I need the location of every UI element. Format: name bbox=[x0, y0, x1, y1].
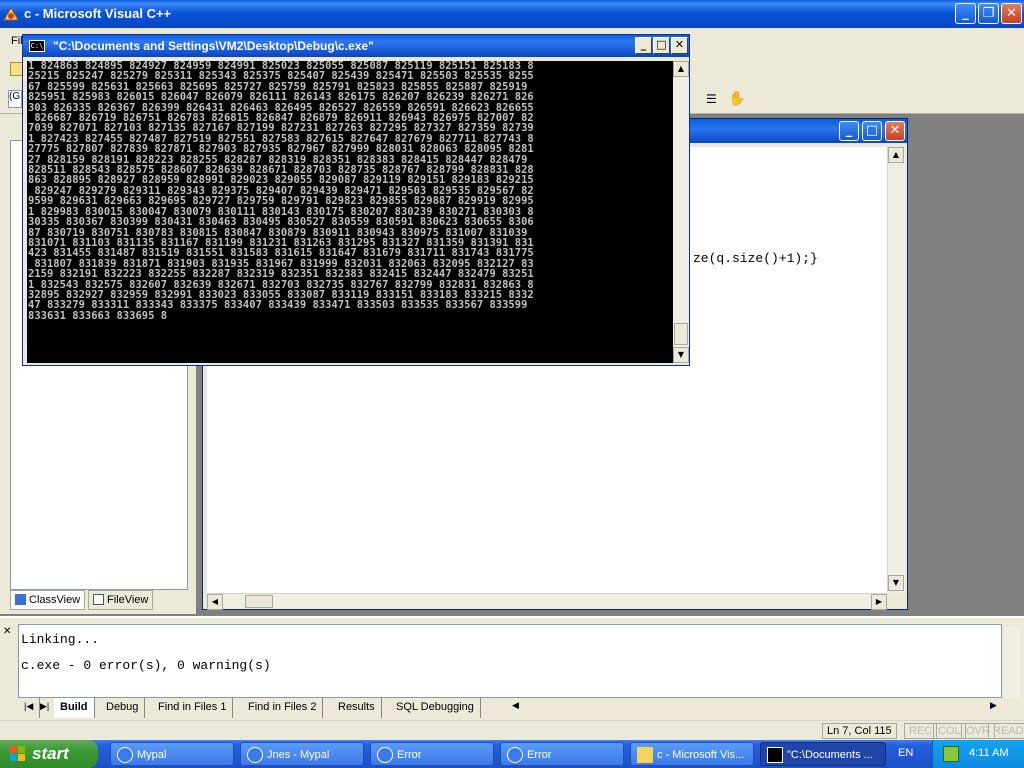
tab-sql-debugging[interactable]: SQL Debugging bbox=[390, 698, 481, 718]
classview-icon bbox=[15, 594, 26, 605]
console-scroll-down-icon[interactable]: ▼ bbox=[673, 347, 689, 363]
tab-scroll-left-icon[interactable]: ◀ bbox=[512, 700, 519, 711]
editor-vertical-scrollbar[interactable]: ▲ ▼ bbox=[887, 147, 905, 593]
cursor-position: Ln 7, Col 115 bbox=[822, 723, 897, 739]
network-icon[interactable] bbox=[943, 746, 959, 762]
console-output[interactable]: 1 824863 824895 824927 824959 824991 825… bbox=[27, 61, 673, 363]
scroll-up-icon[interactable]: ▲ bbox=[888, 147, 904, 163]
console-scroll-up-icon[interactable]: ▲ bbox=[673, 61, 689, 77]
editor-minimize-button[interactable]: _ bbox=[839, 121, 859, 141]
browser-icon bbox=[507, 747, 523, 763]
sort-icon[interactable]: ☰ bbox=[706, 92, 720, 106]
editor-maximize-button[interactable]: □ bbox=[862, 121, 882, 141]
console-close-button[interactable]: ✕ bbox=[671, 37, 688, 54]
output-line: Linking... bbox=[21, 632, 100, 647]
tab-build[interactable]: Build bbox=[54, 698, 95, 718]
output-text[interactable]: Linking... c.exe - 0 error(s), 0 warning(… bbox=[18, 624, 1002, 698]
main-title-text: c - Microsoft Visual C++ bbox=[24, 6, 172, 21]
editor-close-button[interactable]: ✕ bbox=[885, 121, 905, 141]
output-tabs: |◀ ▶| Build Debug Find in Files 1 Find i… bbox=[18, 698, 1002, 718]
menu-file[interactable]: Fil bbox=[11, 35, 23, 47]
language-indicator[interactable]: EN bbox=[898, 747, 913, 759]
tab-results[interactable]: Results bbox=[332, 698, 382, 718]
main-title-bar[interactable]: c - Microsoft Visual C++ _ ❐ ✕ bbox=[0, 0, 1024, 28]
console-title-text: "C:\Documents and Settings\VM2\Desktop\D… bbox=[53, 39, 374, 53]
console-line: 833631 833663 833695 8 bbox=[28, 309, 168, 322]
console-scroll-thumb[interactable] bbox=[674, 323, 688, 345]
console-text: 1 824863 824895 824927 824959 824991 825… bbox=[27, 61, 673, 321]
status-bar: Ln 7, Col 115 REC COL OVR READ bbox=[0, 720, 1024, 740]
tab-last-icon[interactable]: ▶| bbox=[34, 698, 57, 718]
tab-scroll-right-icon[interactable]: ▶ bbox=[990, 700, 997, 711]
browser-icon bbox=[247, 747, 263, 763]
workspace-combo[interactable]: (G bbox=[8, 90, 22, 108]
console-minimize-button[interactable]: _ bbox=[635, 37, 652, 54]
windows-flag-icon bbox=[10, 746, 25, 761]
scroll-thumb[interactable] bbox=[245, 595, 273, 608]
fileview-icon bbox=[93, 594, 104, 605]
start-button[interactable]: start bbox=[0, 740, 98, 768]
tab-find-in-files-2[interactable]: Find in Files 2 bbox=[242, 698, 324, 718]
tab-debug[interactable]: Debug bbox=[100, 698, 146, 718]
scroll-left-icon[interactable]: ◀ bbox=[207, 594, 223, 610]
code-line: ze(q.size()+1);} bbox=[693, 251, 818, 266]
taskbar: start Mypal Jnes - Mypal Error Error c -… bbox=[0, 740, 1024, 768]
system-tray: 4:11 AM bbox=[932, 740, 1024, 768]
close-button[interactable]: ✕ bbox=[1001, 3, 1022, 24]
tab-find-in-files-1[interactable]: Find in Files 1 bbox=[152, 698, 234, 718]
console-icon bbox=[767, 747, 783, 763]
console-icon: C:\ bbox=[29, 40, 45, 52]
pane-close-icon[interactable]: ✕ bbox=[3, 626, 11, 637]
output-line: c.exe - 0 error(s), 0 warning(s) bbox=[21, 658, 271, 673]
console-maximize-button[interactable]: □ bbox=[653, 37, 670, 54]
visual-cpp-icon bbox=[3, 7, 19, 21]
task-console[interactable]: "C:\Documents ... bbox=[760, 742, 886, 766]
editor-horizontal-scrollbar[interactable]: ◀ ▶ bbox=[207, 593, 887, 610]
tab-fileview[interactable]: FileView bbox=[88, 590, 154, 610]
task-mypal[interactable]: Mypal bbox=[110, 742, 234, 766]
visual-cpp-icon bbox=[637, 747, 653, 763]
task-error-1[interactable]: Error bbox=[370, 742, 494, 766]
scroll-down-icon[interactable]: ▼ bbox=[888, 575, 904, 591]
console-line: 30335 830367 830399 830431 830463 830495… bbox=[28, 216, 534, 229]
console-line: 2159 832191 832223 832255 832287 832319 … bbox=[28, 268, 534, 281]
minimize-button[interactable]: _ bbox=[955, 3, 976, 24]
tab-classview[interactable]: ClassView bbox=[10, 590, 86, 610]
restore-button[interactable]: ❐ bbox=[978, 3, 999, 24]
console-title-bar[interactable]: C:\ "C:\Documents and Settings\VM2\Deskt… bbox=[23, 35, 689, 57]
task-visual-cpp[interactable]: c - Microsoft Vis... bbox=[630, 742, 754, 766]
console-vertical-scrollbar[interactable]: ▲ ▼ bbox=[673, 61, 689, 363]
task-error-2[interactable]: Error bbox=[500, 742, 624, 766]
output-pane: ✕ Linking... c.exe - 0 error(s), 0 warnin… bbox=[0, 616, 1024, 720]
console-window[interactable]: C:\ "C:\Documents and Settings\VM2\Deskt… bbox=[22, 34, 690, 366]
status-read: READ bbox=[988, 723, 1024, 739]
scroll-right-icon[interactable]: ▶ bbox=[871, 594, 887, 610]
browser-icon bbox=[117, 747, 133, 763]
clock: 4:11 AM bbox=[969, 747, 1009, 759]
task-jnes[interactable]: Jnes - Mypal bbox=[240, 742, 364, 766]
hand-icon[interactable]: ✋ bbox=[728, 90, 745, 106]
browser-icon bbox=[377, 747, 393, 763]
output-vertical-scrollbar[interactable] bbox=[1004, 626, 1020, 698]
